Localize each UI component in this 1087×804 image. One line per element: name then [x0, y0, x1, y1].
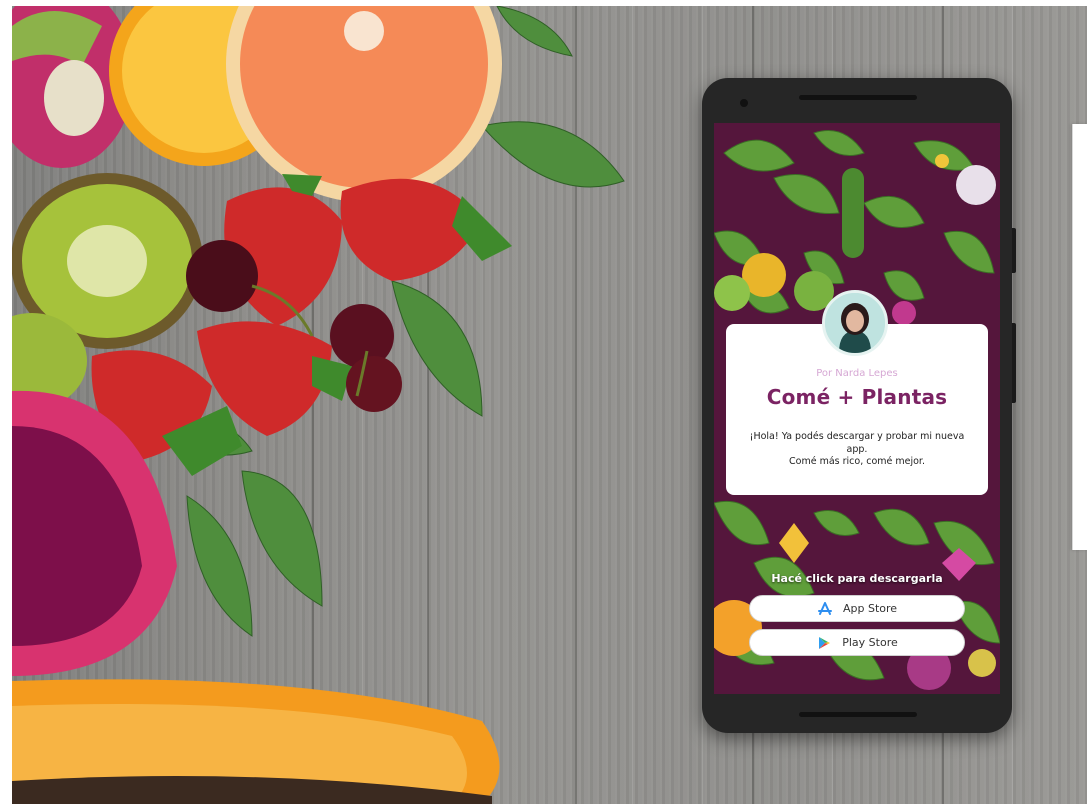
byline: Por Narda Lepes — [816, 368, 898, 379]
phone-mockup: Por Narda Lepes Comé + Plantas ¡Hola! Ya… — [702, 78, 1016, 733]
phone-speaker — [799, 95, 917, 100]
welcome-message-line: ¡Hola! Ya podés descargar y probar mi nu… — [749, 431, 965, 455]
app-title: Comé + Plantas — [766, 385, 948, 409]
welcome-message: ¡Hola! Ya podés descargar y probar mi nu… — [744, 431, 970, 469]
side-card — [1072, 124, 1087, 550]
app-store-button[interactable]: App Store — [749, 595, 965, 622]
play-store-button[interactable]: Play Store — [749, 629, 965, 656]
phone-screen: Por Narda Lepes Comé + Plantas ¡Hola! Ya… — [714, 123, 1000, 694]
phone-side-button — [1012, 228, 1016, 273]
download-cta: Hacé click para descargarla — [771, 572, 943, 585]
play-store-icon — [819, 636, 831, 649]
app-store-label: App Store — [842, 602, 898, 615]
tagline: Comé más rico, comé mejor. — [789, 456, 925, 467]
play-store-label: Play Store — [842, 636, 898, 649]
phone-home-bar — [799, 712, 917, 717]
app-store-icon — [817, 601, 832, 615]
avatar — [822, 290, 888, 356]
phone-camera — [740, 99, 748, 107]
phone-side-button — [1012, 323, 1016, 403]
fruit-arrangement — [12, 6, 625, 804]
